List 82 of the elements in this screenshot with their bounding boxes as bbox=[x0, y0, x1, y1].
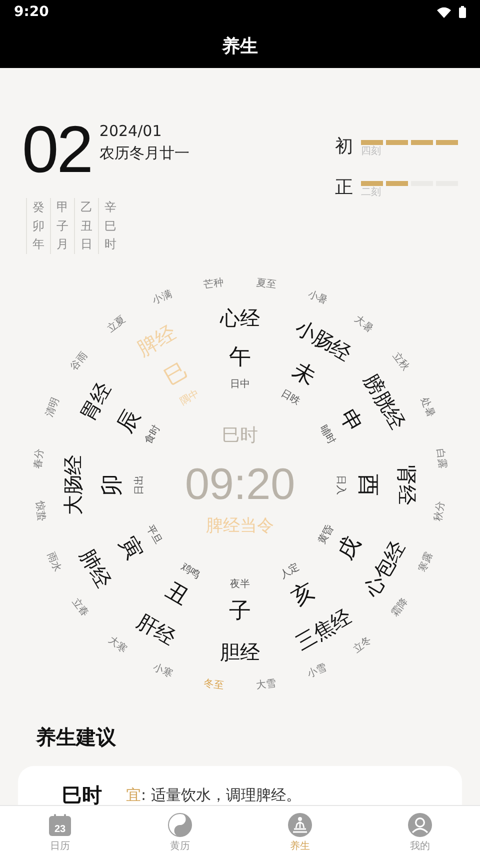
earthly-branch: 丑 bbox=[161, 580, 192, 610]
ganzhi-text: 乙丑日 bbox=[80, 199, 92, 254]
time-name: 隅中 bbox=[178, 389, 202, 408]
solar-term: 芒种 bbox=[203, 278, 224, 291]
solar-term: 处暑 bbox=[418, 396, 436, 419]
time-name: 食时 bbox=[144, 424, 163, 446]
page-title: 养生 bbox=[222, 34, 258, 58]
solar-term: 大暑 bbox=[352, 314, 374, 335]
solar-term: 立秋 bbox=[390, 351, 410, 373]
earthly-branch: 辰 bbox=[115, 406, 146, 437]
current-time: 09:20 bbox=[184, 463, 296, 507]
year-month: 2024/01 bbox=[99, 121, 163, 142]
advice-text: 宜: 适量饮水，调理脾经。 bbox=[126, 785, 301, 806]
time-name: 日昳 bbox=[278, 389, 302, 408]
time-name: 日中 bbox=[230, 380, 250, 390]
solar-term: 小雪 bbox=[306, 663, 328, 680]
solar-term: 立春 bbox=[70, 597, 90, 619]
time-name: 人定 bbox=[278, 562, 302, 581]
earthly-branch: 子 bbox=[229, 601, 251, 623]
solar-term: 大雪 bbox=[256, 679, 277, 692]
earthly-branch: 亥 bbox=[288, 580, 319, 610]
tab-button[interactable]: 23 日历 bbox=[0, 806, 120, 855]
time-name: 日出 bbox=[135, 475, 145, 495]
ganzhi-text: 甲子月 bbox=[56, 199, 68, 254]
time-name: 鸡鸣 bbox=[178, 562, 202, 581]
meridian-name: 肺经 bbox=[76, 546, 114, 591]
lunar-date: 农历冬月廿一 bbox=[99, 143, 190, 164]
day-number: 02 bbox=[22, 116, 92, 182]
solar-term: 立夏 bbox=[106, 314, 128, 335]
solar-term: 白露 bbox=[434, 448, 447, 470]
time-name: 晡时 bbox=[317, 424, 336, 446]
time-name: 日入 bbox=[335, 475, 345, 495]
solar-term: 小暑 bbox=[306, 290, 328, 307]
solar-term: 雨水 bbox=[44, 551, 62, 574]
meridian-name: 脾经 bbox=[134, 322, 179, 360]
yin-yang-icon bbox=[168, 813, 192, 837]
profile-icon bbox=[408, 813, 432, 837]
earthly-branch: 寅 bbox=[115, 533, 146, 564]
solar-term: 寒露 bbox=[418, 551, 436, 574]
solar-term: 冬至 bbox=[203, 679, 224, 692]
time-name: 夜半 bbox=[230, 580, 250, 590]
advice-hour: 巳时 bbox=[62, 782, 102, 809]
ganzhi-text: 癸卯年 bbox=[32, 199, 44, 254]
solar-term: 谷雨 bbox=[70, 351, 90, 373]
meridian-name: 胃经 bbox=[76, 379, 114, 424]
tab-button[interactable]: 养生 bbox=[240, 806, 360, 855]
meridian-name: 大肠经 bbox=[63, 455, 83, 515]
solar-term: 春分 bbox=[33, 448, 46, 470]
meridian-name: 肾经 bbox=[397, 465, 417, 505]
quarter-caption: 四刻 bbox=[361, 147, 382, 157]
meridian-note: 脾经当令 bbox=[205, 518, 275, 535]
tab-button[interactable]: 我的 bbox=[360, 806, 480, 855]
meridian-name: 心经 bbox=[220, 308, 260, 328]
time-name: 黄昏 bbox=[317, 524, 336, 546]
earthly-branch: 巳 bbox=[161, 360, 192, 390]
meridian-name: 肝经 bbox=[134, 610, 179, 648]
calendar-icon: 23 bbox=[48, 813, 72, 837]
time-name: 平旦 bbox=[144, 524, 163, 546]
earthly-branch: 卯 bbox=[102, 474, 124, 496]
ganzhi-text: 辛巳时 bbox=[104, 199, 116, 254]
quarter-caption: 二刻 bbox=[361, 188, 382, 198]
solar-term: 夏至 bbox=[256, 278, 277, 291]
solar-term: 大寒 bbox=[106, 635, 128, 656]
solar-term: 惊蛰 bbox=[33, 500, 46, 522]
tab-button[interactable]: 黄历 bbox=[120, 806, 240, 855]
meditation-icon bbox=[288, 813, 312, 837]
solar-term: 小满 bbox=[152, 290, 174, 307]
solar-term: 秋分 bbox=[434, 500, 447, 522]
solar-term: 立冬 bbox=[352, 635, 374, 656]
quarter-label: 初 bbox=[335, 138, 354, 156]
battery-icon bbox=[459, 6, 466, 18]
quarter-label: 正 bbox=[335, 179, 354, 197]
solar-term: 清明 bbox=[44, 396, 62, 419]
solar-term: 小寒 bbox=[152, 663, 174, 680]
solar-term: 霜降 bbox=[390, 597, 410, 619]
earthly-branch: 酉 bbox=[356, 474, 378, 496]
meridian-name: 胆经 bbox=[220, 642, 260, 662]
wifi-icon bbox=[437, 6, 451, 18]
status-time: 9:20 bbox=[14, 2, 49, 22]
section-title: 养生建议 bbox=[34, 724, 117, 751]
current-hour: 巳时 bbox=[221, 427, 259, 445]
earthly-branch: 午 bbox=[229, 347, 251, 369]
